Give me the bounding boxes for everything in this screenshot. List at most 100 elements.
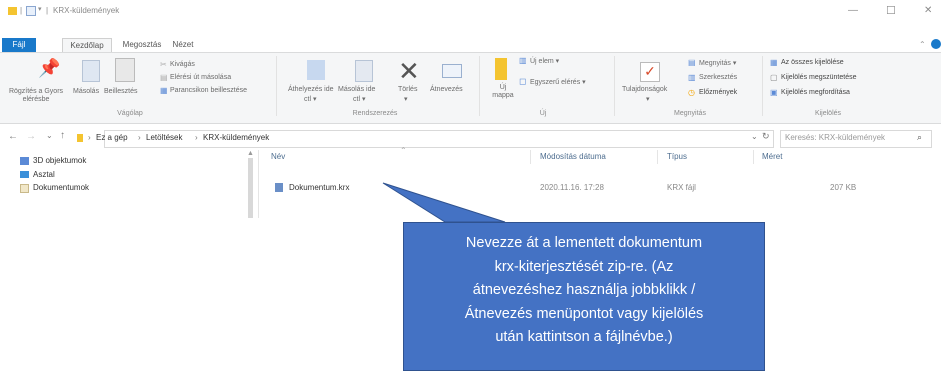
column-header-name[interactable]: Név (271, 152, 285, 161)
edit-button[interactable]: Szerkesztés (699, 74, 737, 81)
history-icon: ◷ (688, 88, 695, 97)
title-bar (0, 0, 941, 24)
callout-line: Nevezze át a lementett dokumentum (465, 235, 703, 251)
callout-line: Átnevezés menüpontot vagy kijelölés (464, 305, 704, 322)
tab-home[interactable]: Kezdőlap (62, 38, 112, 53)
chevron-down-icon: ▾ (404, 96, 408, 103)
breadcrumb-item[interactable]: Letöltések (146, 133, 182, 142)
open-icon: ▤ (688, 58, 696, 67)
chevron-down-icon: ctl ▾ (304, 96, 317, 103)
new-folder-button[interactable]: Új mappa (490, 84, 516, 100)
krx-file-icon (275, 183, 283, 192)
new-item-button[interactable]: Új elem ▾ (530, 57, 559, 65)
invert-selection-icon: ▣ (770, 88, 778, 97)
chevron-down-icon: ctl ▾ (353, 96, 366, 103)
breadcrumb-separator: › (88, 133, 91, 142)
path-icon: ▤ (160, 73, 168, 82)
chevron-down-icon[interactable]: ⌄ (751, 132, 758, 141)
scrollbar[interactable] (248, 158, 253, 218)
breadcrumb-item[interactable]: Ez a gép (96, 133, 128, 142)
tab-file[interactable]: Fájl (2, 38, 36, 52)
breadcrumb-item[interactable]: KRX-küldemények (203, 133, 269, 142)
paste-icon (115, 58, 135, 82)
tab-view[interactable]: Nézet (168, 38, 198, 52)
folder-icon (8, 7, 17, 15)
divider (276, 56, 277, 116)
group-label-open: Megnyitás (674, 110, 706, 117)
divider (614, 56, 615, 116)
column-header-modified[interactable]: Módosítás dátuma (540, 152, 606, 161)
paste-shortcut-button[interactable]: Parancsikon beillesztése (170, 87, 247, 94)
nav-item-documents[interactable]: Dokumentumok (33, 183, 89, 192)
callout-pointer (382, 182, 506, 223)
select-none-icon: ▢ (770, 73, 778, 82)
divider (657, 150, 658, 164)
rename-button[interactable]: Átnevezés (430, 86, 463, 93)
checkbox-icon[interactable] (26, 6, 36, 16)
nav-item-3d-objects[interactable]: 3D objektumok (33, 156, 86, 165)
close-button[interactable]: ✕ (924, 5, 932, 16)
pin-icon: 📌 (38, 58, 61, 78)
select-none-button[interactable]: Kijelölés megszüntetése (781, 74, 857, 81)
back-icon[interactable]: ← (8, 131, 18, 142)
delete-icon: ✕ (398, 56, 420, 86)
group-label-new: Új (539, 110, 547, 117)
scroll-up-icon[interactable]: ▲ (247, 150, 254, 157)
callout-line: átnevezéshez használja jobbklikk / (472, 282, 696, 298)
rename-icon (442, 64, 462, 78)
pin-to-quick-access-button[interactable]: Rögzítés a Gyors elérésbe (8, 88, 64, 104)
copy-icon (82, 60, 100, 82)
help-icon[interactable] (931, 39, 941, 49)
divider (762, 56, 763, 116)
minimize-button[interactable]: — (848, 5, 858, 16)
maximize-button[interactable]: ☐ (886, 4, 896, 17)
instruction-callout: Nevezze át a lementett dokumentum krx-ki… (403, 222, 765, 371)
desktop-icon (20, 171, 29, 178)
properties-icon: ✓ (640, 62, 660, 82)
paste-button[interactable]: Beillesztés (104, 88, 137, 95)
move-to-icon (307, 60, 325, 80)
divider (753, 150, 754, 164)
column-header-size[interactable]: Méret (762, 152, 782, 161)
divider (530, 150, 531, 164)
up-icon[interactable]: ↑ (60, 130, 65, 141)
group-label-organize: Rendszerezés (352, 110, 398, 117)
column-header-type[interactable]: Típus (667, 152, 687, 161)
easy-access-button[interactable]: Egyszerű elérés ▾ (530, 78, 586, 86)
easy-access-icon: ◻ (519, 76, 527, 86)
documents-icon (20, 184, 29, 193)
scissors-icon: ✂ (160, 60, 167, 69)
chevron-up-icon[interactable]: ⌃ (919, 40, 926, 49)
cut-button[interactable]: Kivágás (170, 61, 195, 68)
properties-button[interactable]: Tulajdonságok (622, 86, 667, 93)
file-type: KRX fájl (667, 183, 696, 192)
chevron-down-icon[interactable]: ▾ (38, 5, 42, 13)
open-button[interactable]: Megnyitás ▾ (699, 59, 736, 67)
search-placeholder: Keresés: KRX-küldemények (785, 133, 886, 142)
sort-indicator-icon: ⌃ (400, 146, 407, 155)
chevron-down-icon: ▾ (646, 96, 650, 103)
file-name[interactable]: Dokumentum.krx (289, 183, 349, 192)
history-button[interactable]: Előzmények (699, 89, 737, 96)
delete-button[interactable]: Törlés (398, 86, 417, 93)
tab-share[interactable]: Megosztás (120, 38, 164, 52)
window-title: KRX-küldemények (53, 6, 120, 15)
group-label-clipboard: Vágólap (117, 110, 143, 117)
folder-icon (77, 134, 83, 142)
copy-to-button[interactable]: Másolás ide (338, 86, 375, 93)
divider (479, 56, 480, 116)
forward-icon[interactable]: → (26, 131, 36, 142)
breadcrumb-separator: › (138, 133, 141, 142)
copy-path-button[interactable]: Elérési út másolása (170, 74, 231, 81)
search-icon[interactable]: ⌕ (917, 132, 922, 143)
nav-item-desktop[interactable]: Asztal (33, 170, 55, 179)
edit-icon: ▥ (688, 73, 696, 82)
copy-button[interactable]: Másolás (73, 88, 99, 95)
callout-line: krx-kiterjesztését zip-re. (Az (494, 258, 674, 275)
chevron-down-icon[interactable]: ⌄ (46, 131, 53, 140)
move-to-button[interactable]: Áthelyezés ide (288, 86, 334, 93)
invert-selection-button[interactable]: Kijelölés megfordítása (781, 89, 850, 96)
select-all-button[interactable]: Az összes kijelölése (781, 59, 844, 66)
refresh-icon[interactable]: ↻ (762, 131, 770, 142)
divider (258, 150, 259, 218)
